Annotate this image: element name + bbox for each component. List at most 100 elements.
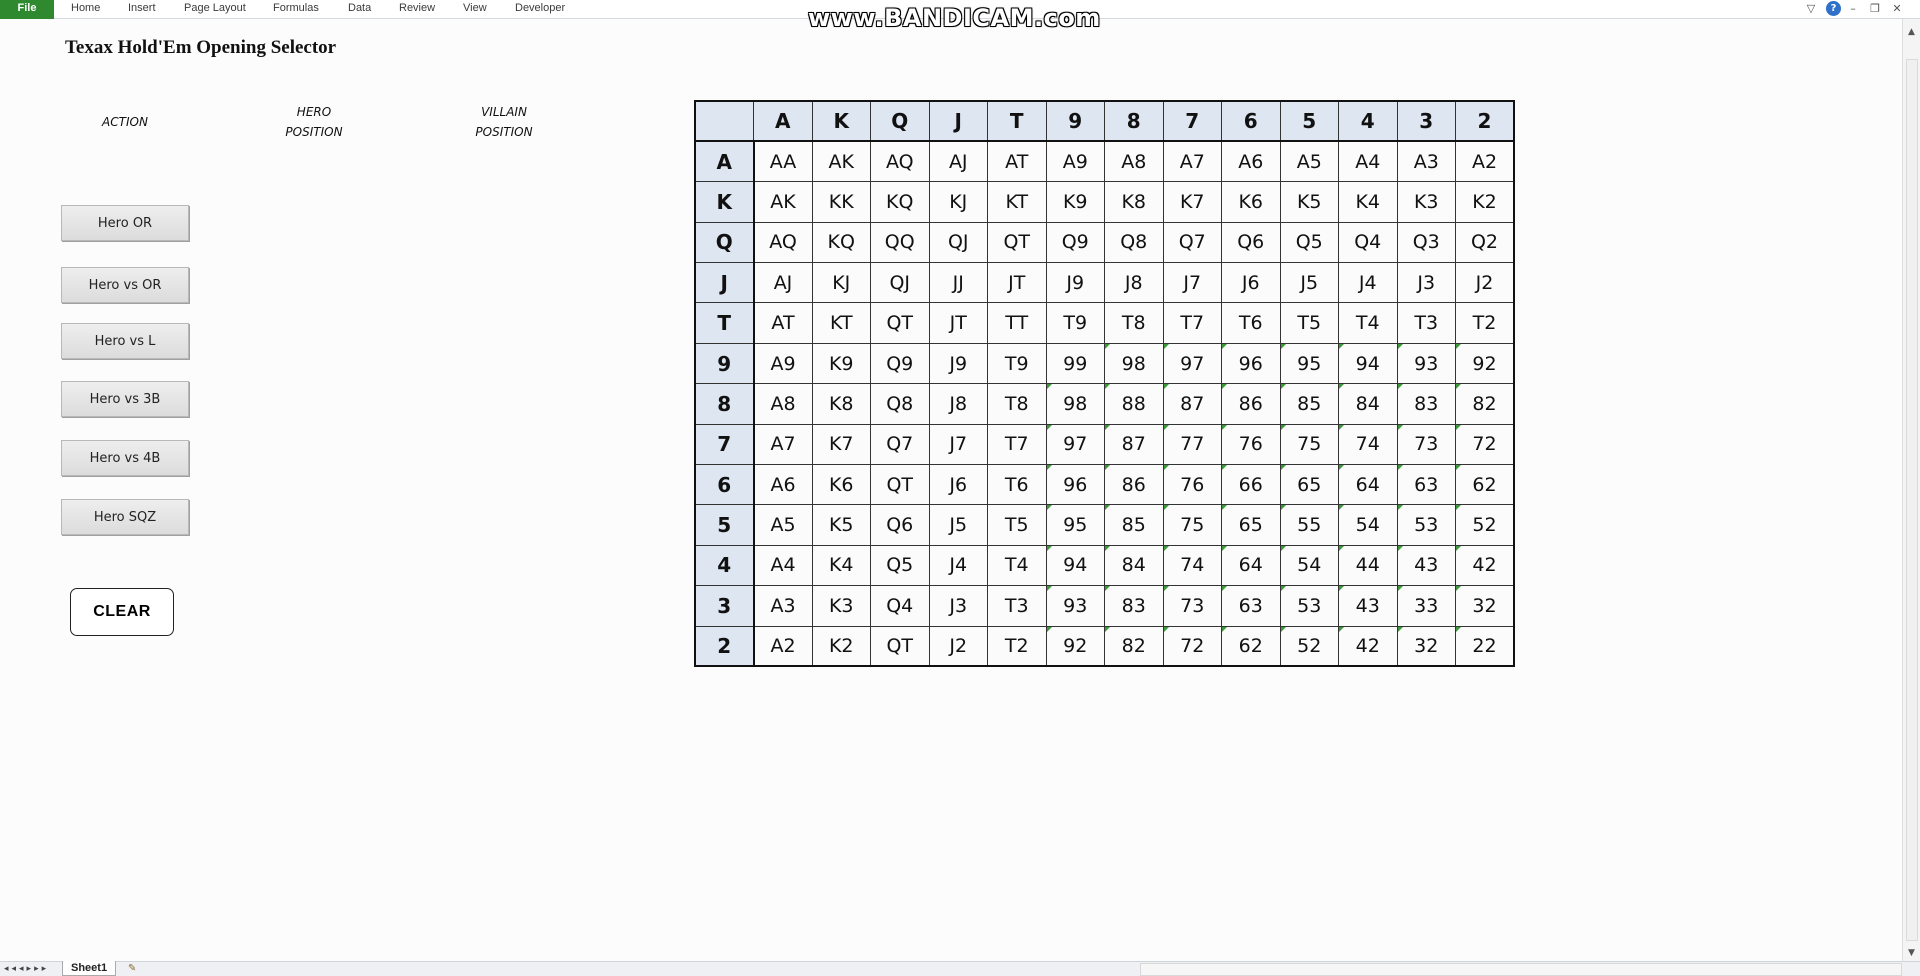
scroll-down-icon[interactable]: ▼ — [1903, 948, 1920, 962]
hand-cell[interactable]: QJ — [928, 221, 988, 264]
hero-vs-or-button[interactable]: Hero vs OR — [61, 267, 189, 303]
hand-cell[interactable]: T7 — [1162, 302, 1222, 344]
hand-cell[interactable]: KJ — [811, 262, 871, 304]
hand-cell[interactable]: 64 — [1221, 544, 1281, 587]
hand-cell[interactable]: AK — [811, 140, 871, 183]
hand-cell[interactable]: 82 — [1104, 625, 1164, 667]
hand-cell[interactable]: 42 — [1338, 625, 1398, 667]
hand-cell[interactable]: K9 — [1045, 181, 1105, 223]
hand-cell[interactable]: A5 — [753, 504, 813, 546]
hand-cell[interactable]: 32 — [1396, 625, 1456, 667]
hand-cell[interactable]: T4 — [987, 544, 1047, 587]
hand-cell[interactable]: AT — [987, 140, 1047, 183]
hand-cell[interactable]: QQ — [870, 221, 930, 264]
hand-cell[interactable]: 96 — [1221, 342, 1281, 385]
ribbon-collapse-icon[interactable]: ▽ — [1804, 2, 1818, 16]
hand-cell[interactable]: 55 — [1279, 504, 1339, 546]
hand-cell[interactable]: 83 — [1104, 585, 1164, 627]
hand-cell[interactable]: A9 — [1045, 140, 1105, 183]
hand-cell[interactable]: 83 — [1396, 383, 1456, 425]
help-icon[interactable]: ? — [1826, 1, 1841, 16]
hand-cell[interactable]: Q7 — [1162, 221, 1222, 264]
hand-cell[interactable]: K5 — [811, 504, 871, 546]
hand-cell[interactable]: T4 — [1338, 302, 1398, 344]
hand-cell[interactable]: J9 — [928, 342, 988, 385]
scroll-up-icon[interactable]: ▲ — [1903, 27, 1920, 41]
hand-cell[interactable]: QT — [987, 221, 1047, 264]
hand-cell[interactable]: AK — [753, 181, 813, 223]
tab-data[interactable]: Data — [348, 0, 371, 18]
hand-cell[interactable]: T6 — [987, 464, 1047, 506]
hand-cell[interactable]: 82 — [1455, 383, 1515, 425]
hand-cell[interactable]: JJ — [928, 262, 988, 304]
hand-cell[interactable]: 93 — [1045, 585, 1105, 627]
hand-cell[interactable]: Q6 — [1221, 221, 1281, 264]
hand-cell[interactable]: A3 — [753, 585, 813, 627]
hand-cell[interactable]: KQ — [870, 181, 930, 223]
hand-cell[interactable]: 85 — [1104, 504, 1164, 546]
hero-vs-3b-button[interactable]: Hero vs 3B — [61, 381, 189, 417]
hand-cell[interactable]: 32 — [1455, 585, 1515, 627]
hand-cell[interactable]: J5 — [928, 504, 988, 546]
hand-cell[interactable]: J4 — [928, 544, 988, 587]
hand-cell[interactable]: 62 — [1221, 625, 1281, 667]
hand-cell[interactable]: T2 — [1455, 302, 1515, 344]
hand-cell[interactable]: T5 — [987, 504, 1047, 546]
hand-cell[interactable]: A2 — [753, 625, 813, 667]
hand-cell[interactable]: K4 — [1338, 181, 1398, 223]
insert-sheet-icon[interactable]: ✎ — [128, 962, 136, 976]
hand-cell[interactable]: 72 — [1162, 625, 1222, 667]
hand-cell[interactable]: T2 — [987, 625, 1047, 667]
hand-cell[interactable]: T9 — [987, 342, 1047, 385]
hand-cell[interactable]: 93 — [1396, 342, 1456, 385]
hand-cell[interactable]: A8 — [753, 383, 813, 425]
hand-cell[interactable]: 84 — [1104, 544, 1164, 587]
hand-cell[interactable]: 52 — [1455, 504, 1515, 546]
hand-cell[interactable]: T3 — [987, 585, 1047, 627]
hand-cell[interactable]: 87 — [1104, 423, 1164, 466]
hand-cell[interactable]: JT — [987, 262, 1047, 304]
hand-cell[interactable]: K6 — [1221, 181, 1281, 223]
hand-cell[interactable]: Q9 — [1045, 221, 1105, 264]
hand-cell[interactable]: 86 — [1221, 383, 1281, 425]
hand-cell[interactable]: 63 — [1396, 464, 1456, 506]
hand-cell[interactable]: 86 — [1104, 464, 1164, 506]
hand-cell[interactable]: 54 — [1338, 504, 1398, 546]
hand-cell[interactable]: 73 — [1396, 423, 1456, 466]
hand-cell[interactable]: 97 — [1045, 423, 1105, 466]
hand-cell[interactable]: 74 — [1162, 544, 1222, 587]
hand-cell[interactable]: 98 — [1045, 383, 1105, 425]
hand-cell[interactable]: 84 — [1338, 383, 1398, 425]
hand-cell[interactable]: Q5 — [870, 544, 930, 587]
hand-cell[interactable]: J7 — [1162, 262, 1222, 304]
hand-cell[interactable]: T8 — [1104, 302, 1164, 344]
tab-file[interactable]: File — [0, 0, 54, 19]
hand-cell[interactable]: 64 — [1338, 464, 1398, 506]
sheet-nav-arrows-icon[interactable]: ◂◂◂▸▸▸ — [4, 962, 49, 976]
hand-cell[interactable]: K2 — [811, 625, 871, 667]
hand-cell[interactable]: J6 — [1221, 262, 1281, 304]
hand-cell[interactable]: Q2 — [1455, 221, 1515, 264]
hand-cell[interactable]: Q3 — [1396, 221, 1456, 264]
hand-cell[interactable]: J5 — [1279, 262, 1339, 304]
hand-cell[interactable]: AQ — [753, 221, 813, 264]
hand-cell[interactable]: 85 — [1279, 383, 1339, 425]
hand-cell[interactable]: Q9 — [870, 342, 930, 385]
hand-cell[interactable]: KT — [987, 181, 1047, 223]
hand-cell[interactable]: AJ — [928, 140, 988, 183]
hand-cell[interactable]: 65 — [1279, 464, 1339, 506]
hand-cell[interactable]: Q8 — [870, 383, 930, 425]
hand-cell[interactable]: Q6 — [870, 504, 930, 546]
minimize-icon[interactable]: – — [1846, 2, 1860, 16]
hand-cell[interactable]: 99 — [1045, 342, 1105, 385]
hand-cell[interactable]: A9 — [753, 342, 813, 385]
hand-cell[interactable]: K3 — [1396, 181, 1456, 223]
hand-cell[interactable]: 76 — [1162, 464, 1222, 506]
hand-cell[interactable]: T8 — [987, 383, 1047, 425]
hand-cell[interactable]: 74 — [1338, 423, 1398, 466]
hand-cell[interactable]: 94 — [1338, 342, 1398, 385]
hand-cell[interactable]: 92 — [1455, 342, 1515, 385]
hand-cell[interactable]: A7 — [753, 423, 813, 466]
hand-cell[interactable]: 95 — [1045, 504, 1105, 546]
hand-cell[interactable]: 98 — [1104, 342, 1164, 385]
